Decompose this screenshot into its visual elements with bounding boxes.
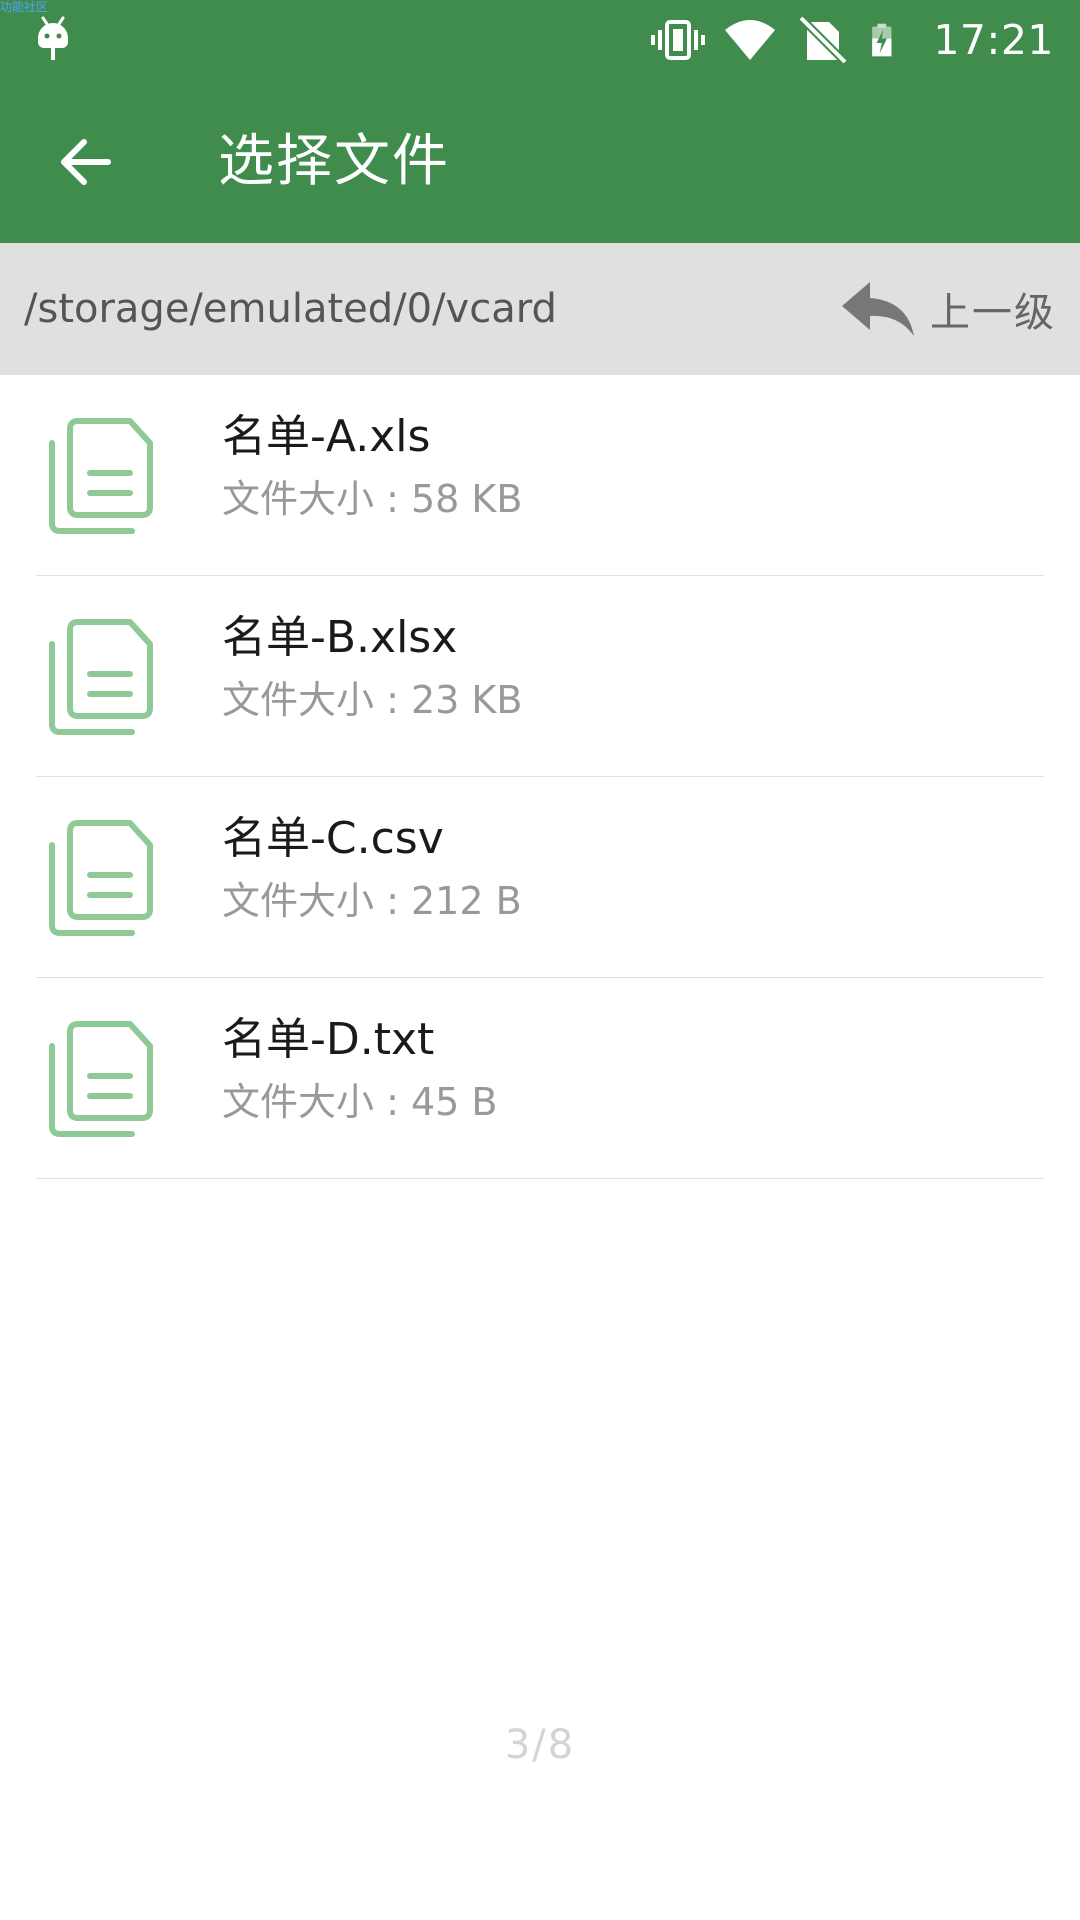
vibrate-icon bbox=[651, 20, 706, 60]
page-indicator: 3/8 bbox=[504, 1722, 576, 1768]
path-bar: /storage/emulated/0/vcard 上一级 bbox=[0, 243, 1080, 375]
file-copy-icon bbox=[49, 820, 153, 936]
divider bbox=[36, 1178, 1044, 1179]
file-size: 文件大小 : 58 KB bbox=[222, 477, 523, 521]
file-name: 名单-B.xlsx bbox=[222, 612, 458, 663]
file-size: 文件大小 : 45 B bbox=[222, 1080, 498, 1124]
battery-charging-icon bbox=[872, 23, 892, 57]
watermark-text: 功能社区 bbox=[0, 0, 49, 14]
file-size: 文件大小 : 212 B bbox=[222, 879, 522, 923]
android-debug-icon bbox=[38, 16, 68, 60]
status-bar: 功能社区 17:21 bbox=[0, 0, 1080, 80]
back-button[interactable] bbox=[44, 120, 128, 204]
file-copy-icon bbox=[49, 619, 153, 735]
status-icons: 17:21 bbox=[651, 14, 1054, 66]
wifi-icon bbox=[725, 20, 776, 60]
up-level-label: 上一级 bbox=[930, 290, 1056, 336]
file-item-d[interactable]: 名单-D.txt 文件大小 : 45 B bbox=[0, 978, 1080, 1179]
clock: 17:21 bbox=[933, 16, 1054, 64]
file-size: 文件大小 : 23 KB bbox=[222, 678, 523, 722]
reply-arrow-icon bbox=[842, 282, 914, 336]
file-name: 名单-D.txt bbox=[222, 1014, 435, 1065]
file-item-a[interactable]: 名单-A.xls 文件大小 : 58 KB bbox=[0, 375, 1080, 576]
file-name: 名单-A.xls bbox=[222, 411, 431, 462]
current-path: /storage/emulated/0/vcard bbox=[24, 286, 557, 332]
up-level-button[interactable]: 上一级 bbox=[840, 273, 1056, 345]
arrow-left-icon bbox=[61, 139, 111, 185]
no-sim-icon bbox=[798, 16, 849, 64]
file-item-c[interactable]: 名单-C.csv 文件大小 : 212 B bbox=[0, 777, 1080, 978]
file-copy-icon bbox=[49, 418, 153, 534]
file-list: 名单-A.xls 文件大小 : 58 KB 名单-B.xlsx 文件大小 : 2… bbox=[0, 375, 1080, 1179]
file-name: 名单-C.csv bbox=[222, 813, 444, 864]
file-item-b[interactable]: 名单-B.xlsx 文件大小 : 23 KB bbox=[0, 576, 1080, 777]
app-bar: 选择文件 bbox=[0, 80, 1080, 243]
page-title: 选择文件 bbox=[218, 129, 450, 194]
file-copy-icon bbox=[49, 1021, 153, 1137]
